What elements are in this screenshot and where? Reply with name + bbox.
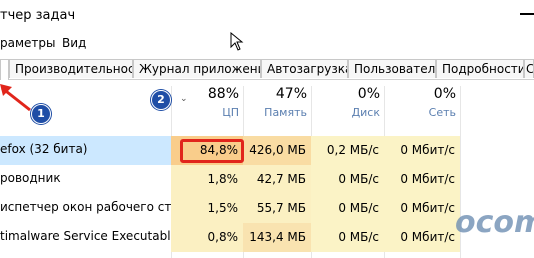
window-title: тчер задач [0,8,76,23]
process-memory: 426,0 МБ [243,136,311,165]
annotation-badge-2: 2 [151,90,171,110]
tab-processes[interactable] [0,59,9,80]
column-header-network[interactable]: 0% Сеть [384,86,456,119]
process-network: 0 Мбит/с [384,194,460,223]
process-network: 0 Мбит/с [384,223,460,252]
process-name: timalware Service Executable [0,229,178,243]
process-row-dwm[interactable]: испетчер окон рабочего сто... 1,5% 55,7 … [0,194,534,223]
column-header-memory[interactable]: 47% Память [243,86,307,119]
process-disk: 0,2 МБ/с [311,136,384,165]
memory-column-label: Память [264,106,307,119]
memory-total-percent: 47% [275,86,307,102]
network-column-label: Сеть [428,106,456,119]
process-memory: 55,7 МБ [243,194,311,223]
disk-total-percent: 0% [357,86,380,102]
annotation-badge-1: 1 [31,104,51,124]
tab-details[interactable]: Подробности [436,59,524,78]
process-network: 0 Мбит/с [384,165,460,194]
title-bar: тчер задач [0,0,534,32]
process-cpu: 1,8% [171,165,243,194]
cpu-column-label: ЦП [222,106,239,119]
process-disk: 0 МБ/с [311,223,384,252]
menu-bar: раметры Вид [0,32,534,54]
process-name: роводник [0,171,61,185]
mouse-cursor-icon [230,32,244,51]
tab-app-history[interactable]: Журнал приложений [133,59,261,78]
process-memory: 143,4 МБ [243,223,311,252]
process-row-antimalware[interactable]: timalware Service Executable 0,8% 143,4 … [0,223,534,252]
menu-item-parameters[interactable]: раметры [0,36,56,50]
tab-strip: Производительность Журнал приложений Авт… [0,59,534,80]
process-disk: 0 МБ/с [311,194,384,223]
tab-performance[interactable]: Производительность [9,59,133,78]
column-header-disk[interactable]: 0% Диск [311,86,380,119]
process-row-firefox[interactable]: efox (32 бита) 84,8% 426,0 МБ 0,2 МБ/с 0… [0,136,534,165]
tab-services[interactable]: С [524,59,534,78]
process-memory: 42,7 МБ [243,165,311,194]
column-header-row: ⌄ 88% ЦП 47% Память 0% Диск 0% Сеть [0,86,534,132]
column-header-cpu[interactable]: 88% ЦП [171,86,239,119]
cpu-total-percent: 88% [207,86,239,102]
network-total-percent: 0% [433,86,456,102]
watermark-logo: ocomp [455,205,534,240]
tab-startup[interactable]: Автозагрузка [261,59,348,78]
disk-column-label: Диск [351,106,380,119]
process-disk: 0 МБ/с [311,165,384,194]
process-cpu: 1,5% [171,194,243,223]
tab-users[interactable]: Пользователи [348,59,436,78]
minimize-icon[interactable] [520,0,534,15]
process-name: испетчер окон рабочего сто... [0,200,191,214]
process-row-explorer[interactable]: роводник 1,8% 42,7 МБ 0 МБ/с 0 Мбит/с [0,165,534,194]
process-network: 0 Мбит/с [384,136,460,165]
highlight-box [180,139,244,163]
process-name: efox (32 бита) [0,142,88,156]
menu-item-view[interactable]: Вид [62,36,86,50]
process-cpu: 0,8% [171,223,243,252]
